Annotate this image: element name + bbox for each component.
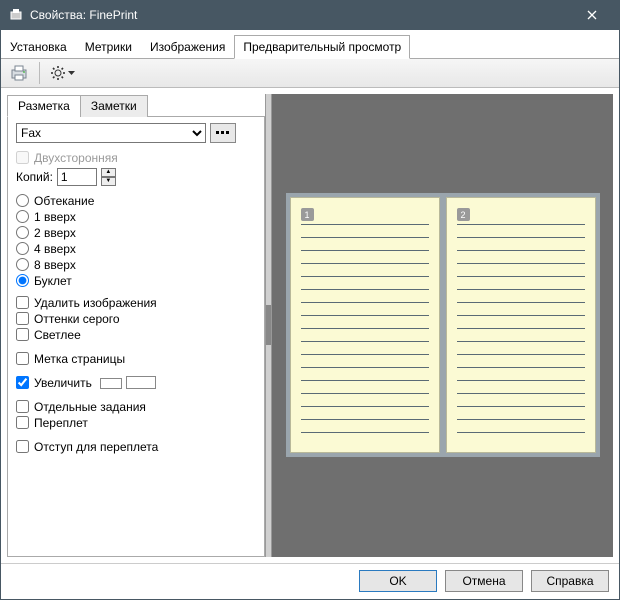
remove-images-label: Удалить изображения [34,296,157,310]
radio-booklet-label: Буклет [34,274,72,288]
radio-2up[interactable] [16,226,29,239]
booklet-preview: 1 2 [286,193,600,457]
duplex-checkbox [16,151,29,164]
splitter-handle [266,305,271,345]
binding-margin-checkbox[interactable] [16,440,29,453]
enlarge-checkbox[interactable] [16,376,29,389]
left-panel: Разметка Заметки Fax Двухсторонняя [7,94,265,557]
toolbar-separator [39,62,40,84]
splitter[interactable] [265,94,272,557]
close-button[interactable] [572,0,612,30]
radio-2up-label: 2 вверх [34,226,76,240]
main-tabs: Установка Метрики Изображения Предварите… [1,34,619,59]
radio-1up[interactable] [16,210,29,223]
tab-metrics[interactable]: Метрики [76,35,141,59]
separate-jobs-checkbox[interactable] [16,400,29,413]
radio-wrap-label: Обтекание [34,194,94,208]
tab-preview[interactable]: Предварительный просмотр [234,35,410,59]
copies-label: Копий: [16,170,53,184]
lighter-checkbox[interactable] [16,328,29,341]
preset-more-button[interactable] [210,123,236,143]
preview-page-2: 2 [446,197,596,453]
radio-wrap[interactable] [16,194,29,207]
preview-page-1: 1 [290,197,440,453]
enlarge-preview [100,376,160,390]
toolbar [1,59,619,88]
layout-radio-group: Обтекание 1 вверх 2 вверх 4 вверх 8 ввер… [16,194,256,288]
ok-button[interactable]: OK [359,570,437,592]
dots-icon [216,131,230,135]
cancel-button[interactable]: Отмена [445,570,523,592]
titlebar-title: Свойства: FinePrint [30,8,572,22]
radio-4up[interactable] [16,242,29,255]
grayscale-label: Оттенки серого [34,312,120,326]
page-number-2: 2 [457,208,470,221]
binding-checkbox[interactable] [16,416,29,429]
binding-label: Переплет [34,416,88,430]
tab-install[interactable]: Установка [1,35,76,59]
sub-tabs: Разметка Заметки [7,94,265,117]
copies-spin-up[interactable]: ▲ [101,168,116,177]
radio-8up-label: 8 вверх [34,258,76,272]
chevron-down-icon [68,71,75,75]
app-icon [8,7,24,23]
gear-icon [50,65,66,81]
footer: OK Отмена Справка [1,563,619,599]
printer-icon [9,64,29,82]
copies-spin-down[interactable]: ▼ [101,177,116,186]
sub-tab-notes[interactable]: Заметки [80,95,148,117]
close-icon [587,10,597,20]
help-button[interactable]: Справка [531,570,609,592]
preview-panel: 1 2 [272,94,613,557]
page-number-1: 1 [301,208,314,221]
separate-jobs-label: Отдельные задания [34,400,146,414]
enlarge-label: Увеличить [34,376,92,390]
grayscale-checkbox[interactable] [16,312,29,325]
duplex-label: Двухсторонняя [34,151,118,165]
page-mark-checkbox[interactable] [16,352,29,365]
binding-margin-label: Отступ для переплета [34,440,158,454]
preset-select[interactable]: Fax [16,123,206,143]
tab-images[interactable]: Изображения [141,35,234,59]
remove-images-checkbox[interactable] [16,296,29,309]
print-button[interactable] [5,61,33,85]
radio-4up-label: 4 вверх [34,242,76,256]
settings-button[interactable] [46,65,79,81]
titlebar: Свойства: FinePrint [0,0,620,30]
radio-8up[interactable] [16,258,29,271]
sub-tab-layout[interactable]: Разметка [7,95,81,117]
page-mark-label: Метка страницы [34,352,125,366]
radio-booklet[interactable] [16,274,29,287]
lighter-label: Светлее [34,328,81,342]
layout-form: Fax Двухсторонняя Копий: ▲ ▼ [7,117,265,557]
radio-1up-label: 1 вверх [34,210,76,224]
copies-input[interactable] [57,168,97,186]
